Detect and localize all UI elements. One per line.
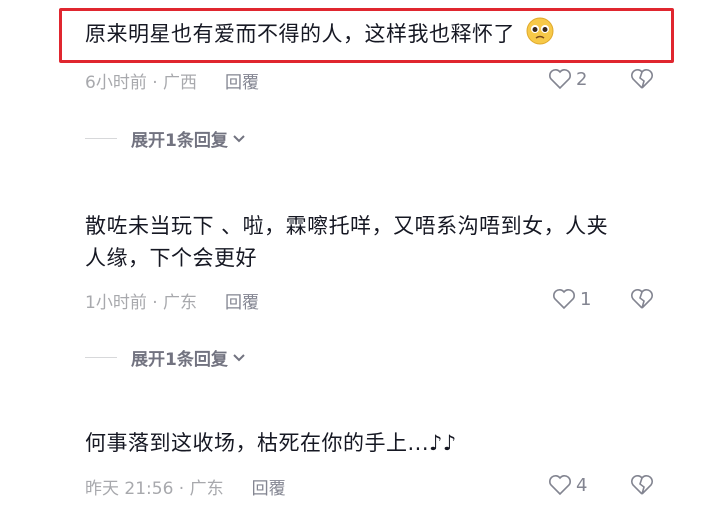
comment-text: 散咗未当玩下 、啦，霖嚓托咩，又唔系沟唔到女，人夹 人缘，下个会更好 [85, 210, 608, 274]
reply-button[interactable]: 回覆 [252, 479, 286, 499]
like-button[interactable]: 2 [548, 68, 587, 90]
heart-icon [553, 289, 575, 310]
comment-text-content: 何事落到这收场，枯死在你的手上...♪♪ [85, 431, 457, 455]
like-count: 1 [580, 288, 592, 310]
comment-text-line: 散咗未当玩下 、啦，霖嚓托咩，又唔系沟唔到女，人夹 [85, 214, 609, 238]
broken-heart-icon [631, 69, 653, 89]
expand-label: 展开1条回复 [131, 131, 228, 151]
dislike-button[interactable] [630, 68, 654, 90]
comment-meta: 1小时前 · 广东 回覆 [85, 288, 259, 313]
pleading-face-emoji-icon [526, 17, 554, 54]
like-button[interactable]: 4 [548, 474, 587, 496]
divider-line [85, 138, 117, 139]
expand-label: 展开1条回复 [131, 350, 228, 370]
like-count: 4 [576, 474, 588, 496]
comment-text-content: 原来明星也有爱而不得的人，这样我也释怀了 [85, 22, 515, 46]
comment-meta: 昨天 21:56 · 广东 回覆 [85, 474, 286, 499]
chevron-down-icon [233, 353, 245, 361]
time-location: 昨天 21:56 · 广东 [85, 479, 224, 499]
comment-text-line: 人缘，下个会更好 [85, 246, 257, 270]
divider-line [85, 357, 117, 358]
like-count: 2 [576, 68, 588, 90]
expand-replies-button[interactable]: 展开1条回复 [85, 126, 246, 151]
dislike-button[interactable] [630, 288, 654, 310]
chevron-down-icon [233, 134, 245, 142]
reply-button[interactable]: 回覆 [225, 73, 259, 93]
broken-heart-icon [631, 289, 653, 309]
expand-replies-button[interactable]: 展开1条回复 [85, 345, 246, 370]
heart-icon [549, 69, 571, 90]
comment-meta: 6小时前 · 广西 回覆 [85, 68, 259, 93]
comment-text: 原来明星也有爱而不得的人，这样我也释怀了 [85, 17, 554, 54]
time-location: 6小时前 · 广西 [85, 73, 198, 93]
like-button[interactable]: 1 [552, 288, 591, 310]
reply-button[interactable]: 回覆 [225, 293, 259, 313]
time-location: 1小时前 · 广东 [85, 293, 198, 313]
broken-heart-icon [631, 475, 653, 495]
dislike-button[interactable] [630, 474, 654, 496]
heart-icon [549, 475, 571, 496]
comment-text: 何事落到这收场，枯死在你的手上...♪♪ [85, 427, 457, 459]
